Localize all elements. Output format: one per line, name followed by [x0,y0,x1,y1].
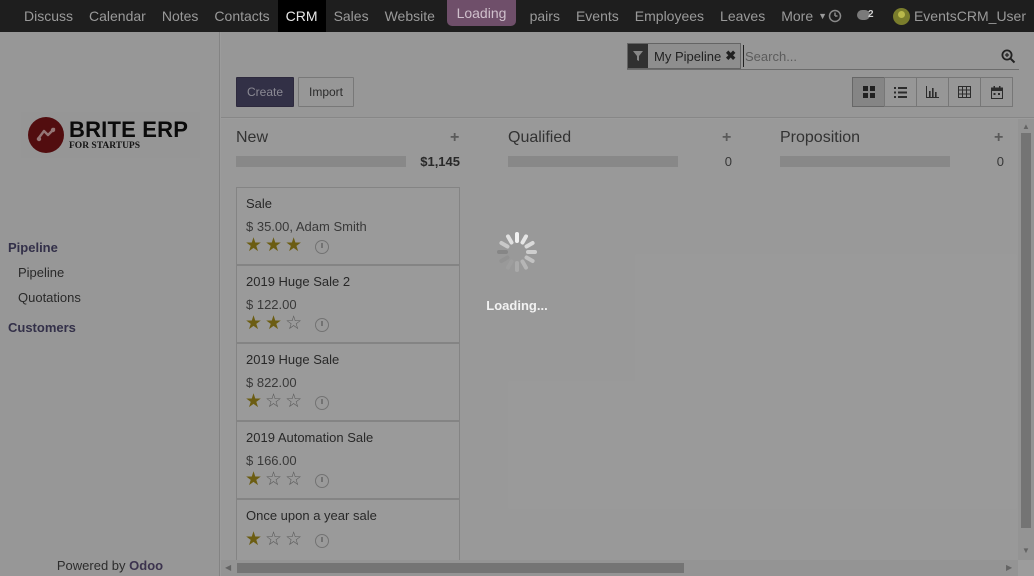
menu-website[interactable]: Website [377,0,443,32]
caret-down-icon: ▼ [818,11,828,21]
user-name: EventsCRM_User [913,8,1026,24]
loading-indicator: Loading [447,0,516,26]
loading-message: Loading... [486,298,548,313]
messages-button[interactable]: 2 [856,8,879,24]
systray: 2 EventsCRM_User [827,0,1026,32]
menu-more[interactable]: More ▼ [773,0,835,32]
messages-count: 2 [867,9,874,20]
menu-employees[interactable]: Employees [627,0,712,32]
user-menu[interactable]: EventsCRM_User [892,7,1026,25]
menu-more-label: More [781,8,814,24]
top-navbar: Discuss Calendar Notes Contacts CRM Sale… [0,0,1034,32]
menu-crm[interactable]: CRM [277,0,326,32]
menu-leaves[interactable]: Leaves [712,0,773,32]
avatar [892,7,910,25]
main-menu: Discuss Calendar Notes Contacts CRM Sale… [0,0,835,32]
menu-calendar[interactable]: Calendar [81,0,154,32]
menu-events[interactable]: Events [568,0,627,32]
clock-icon[interactable] [827,8,843,24]
menu-sales[interactable]: Sales [326,0,377,32]
menu-contacts[interactable]: Contacts [206,0,277,32]
menu-discuss[interactable]: Discuss [16,0,81,32]
menu-notes[interactable]: Notes [154,0,207,32]
spinner-icon [495,230,539,274]
